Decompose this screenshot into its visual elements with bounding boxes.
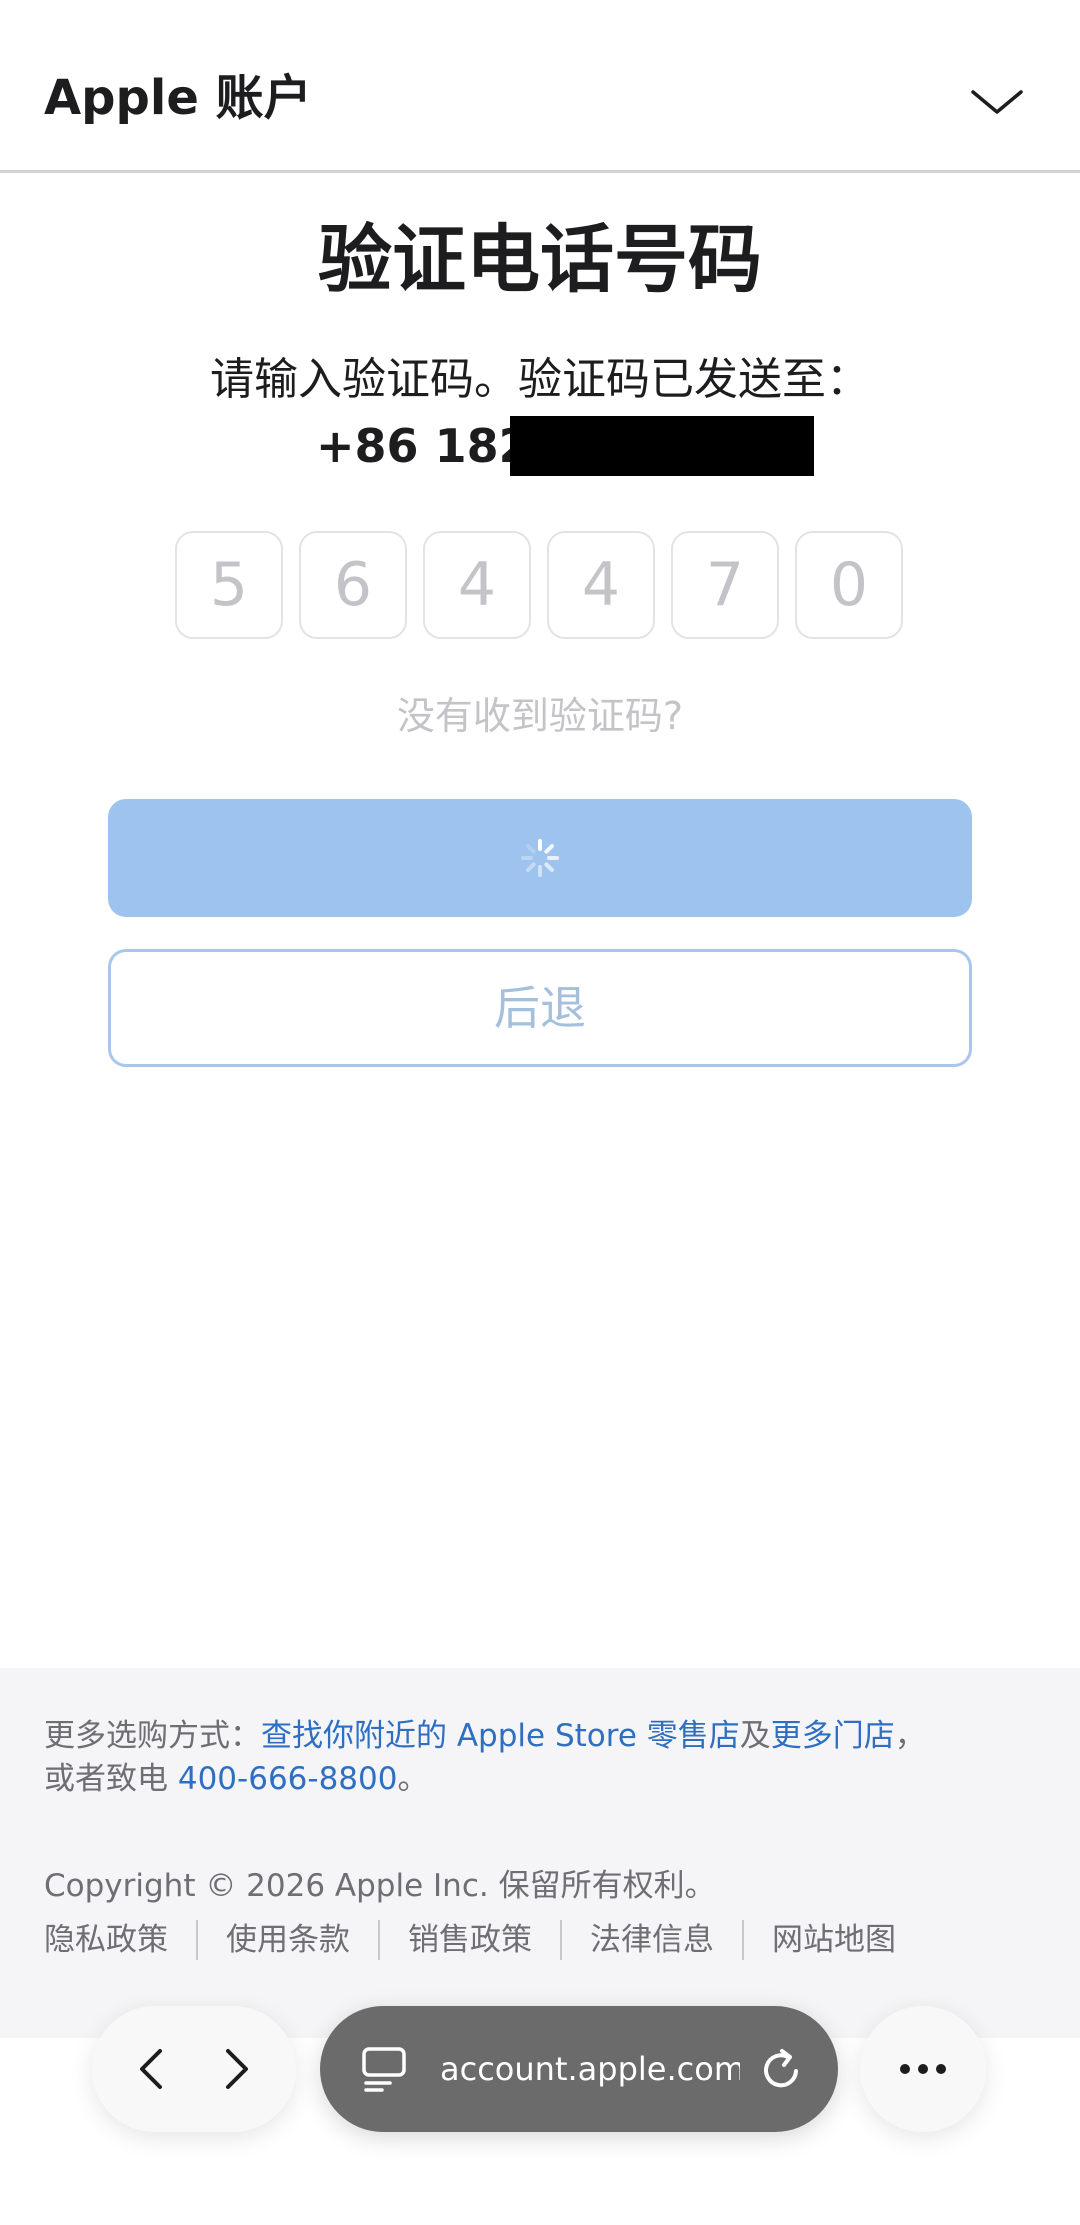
site-map-link[interactable]: 网站地图 xyxy=(772,1918,896,1962)
legal-info-link[interactable]: 法律信息 xyxy=(590,1918,714,1962)
header-title: Apple 账户 xyxy=(44,70,312,126)
phone-link[interactable]: 400-666-8800 xyxy=(178,1761,398,1797)
page-title: 验证电话号码 xyxy=(318,217,762,303)
chevron-right-icon[interactable] xyxy=(206,2039,266,2099)
global-header: Apple 账户 xyxy=(0,0,1080,173)
browser-nav-controls xyxy=(92,2006,296,2132)
and-text: 及 xyxy=(739,1718,771,1754)
code-digit-2[interactable]: 6 xyxy=(299,531,407,639)
comma-text: ， xyxy=(894,1718,926,1754)
page-footer: 更多选购方式：查找你附近的 Apple Store 零售店及更多门店， 或者致电… xyxy=(0,1668,1080,2038)
divider xyxy=(742,1920,744,1960)
code-digit-4[interactable]: 4 xyxy=(547,531,655,639)
divider xyxy=(560,1920,562,1960)
tabs-icon[interactable] xyxy=(360,2046,408,2092)
terms-of-use-link[interactable]: 使用条款 xyxy=(226,1918,350,1962)
find-store-link[interactable]: 查找你附近的 Apple Store 零售店 xyxy=(261,1718,740,1754)
sales-policy-link[interactable]: 销售政策 xyxy=(408,1918,532,1962)
more-ways-to-shop: 更多选购方式：查找你附近的 Apple Store 零售店及更多门店， xyxy=(44,1714,926,1758)
instruction-text: 请输入验证码。验证码已发送至： xyxy=(210,354,870,405)
copyright-text: Copyright © 2026 Apple Inc. 保留所有权利。 xyxy=(44,1868,716,1904)
chevron-down-icon[interactable] xyxy=(968,82,1026,122)
code-digit-6[interactable]: 0 xyxy=(795,531,903,639)
code-digit-3[interactable]: 4 xyxy=(423,531,531,639)
browser-address-bar[interactable]: account.apple.com xyxy=(320,2006,838,2132)
code-digit-5[interactable]: 7 xyxy=(671,531,779,639)
phone-number-line: +86 182 xyxy=(0,414,1080,478)
submit-button[interactable] xyxy=(108,799,972,917)
phone-number-prefix: +86 182 xyxy=(316,419,531,473)
reload-icon[interactable] xyxy=(756,2044,806,2094)
call-prefix: 或者致电 xyxy=(44,1761,178,1797)
chevron-left-icon[interactable] xyxy=(122,2039,182,2099)
verification-code-input: 5 6 4 4 7 0 xyxy=(175,531,905,641)
privacy-policy-link[interactable]: 隐私政策 xyxy=(44,1918,168,1962)
more-icon xyxy=(900,2064,946,2074)
resend-code-link[interactable]: 没有收到验证码? xyxy=(0,688,1080,744)
back-button[interactable]: 后退 xyxy=(108,949,972,1067)
call-line: 或者致电 400-666-8800。 xyxy=(44,1757,428,1801)
divider xyxy=(196,1920,198,1960)
legal-links: 隐私政策 使用条款 销售政策 法律信息 网站地图 xyxy=(44,1918,896,1962)
code-digit-1[interactable]: 5 xyxy=(175,531,283,639)
more-stores-link[interactable]: 更多门店 xyxy=(771,1718,895,1754)
divider xyxy=(378,1920,380,1960)
redacted-phone-digits xyxy=(510,416,814,476)
more-ways-prefix: 更多选购方式： xyxy=(44,1718,261,1754)
more-options-button[interactable] xyxy=(860,2006,986,2132)
url-text[interactable]: account.apple.com xyxy=(440,2006,740,2132)
period-text: 。 xyxy=(397,1761,429,1797)
loading-spinner-icon xyxy=(521,839,559,877)
